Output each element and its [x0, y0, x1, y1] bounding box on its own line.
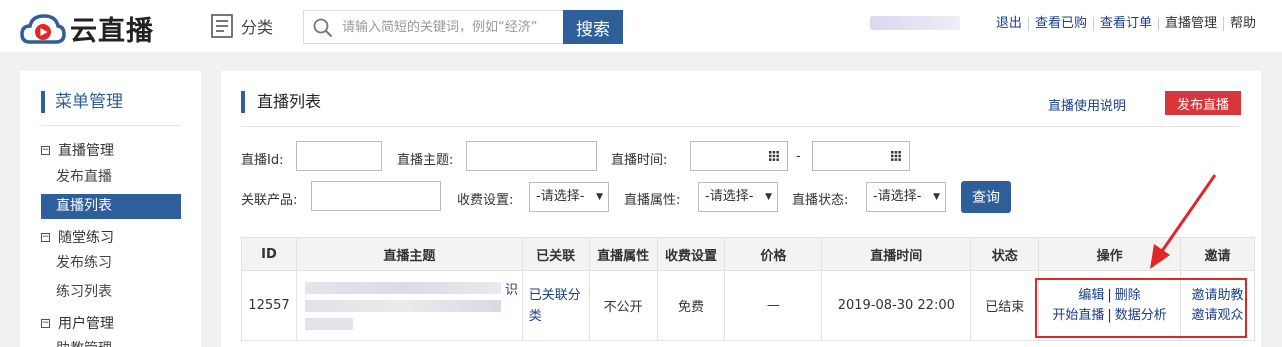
dropdown-arrow-icon: ▼	[765, 192, 772, 202]
start-date-input[interactable]	[690, 141, 788, 171]
sidebar-item-assistant[interactable]: 助教管理	[41, 337, 181, 347]
fee-select[interactable]: -请选择- ▼	[529, 182, 609, 212]
username-blurred	[870, 16, 960, 30]
time-label: 直播时间:	[611, 153, 668, 168]
col-status: 状态	[970, 237, 1040, 271]
sidebar-item-publish-practice[interactable]: 发布练习	[41, 251, 181, 276]
sidebar-group-label: 用户管理	[58, 316, 114, 332]
topic-blurred	[304, 317, 353, 330]
sidebar: 菜单管理 − 直播管理 发布直播 直播列表 − 随堂练习 发布练习 练习列表 −…	[20, 71, 201, 347]
divider	[41, 125, 181, 126]
topic-blurred	[304, 299, 501, 312]
sidebar-group-label: 直播管理	[58, 143, 114, 159]
fee-select-value: -请选择-	[536, 189, 585, 204]
status-select[interactable]: -请选择- ▼	[866, 182, 946, 212]
top-links: 退出 查看已购 查看订单 直播管理 帮助	[990, 17, 1262, 31]
col-linked: 已关联	[521, 237, 590, 271]
end-date-input[interactable]	[812, 141, 910, 171]
highlight-box	[1035, 278, 1247, 338]
row-time: 2019-08-30 22:00	[821, 270, 972, 341]
page-title: 直播列表	[241, 91, 321, 113]
row-price: —	[724, 270, 823, 341]
attr-select[interactable]: -请选择- ▼	[698, 182, 778, 212]
sidebar-group-live[interactable]: − 直播管理	[41, 140, 114, 160]
col-attr: 直播属性	[588, 237, 658, 271]
fee-label: 收费设置:	[457, 193, 514, 208]
top-header: 云直播 分类 搜索 退出 查看已购 查看订单 直播管理 帮助	[0, 0, 1282, 52]
live-id-label: 直播Id:	[241, 153, 284, 168]
live-manage-link[interactable]: 直播管理	[1157, 17, 1223, 31]
calendar-icon[interactable]	[769, 151, 779, 161]
row-attr: 不公开	[588, 270, 658, 341]
col-time: 直播时间	[821, 237, 972, 271]
logo[interactable]: 云直播	[20, 9, 154, 48]
collapse-icon[interactable]: −	[41, 232, 50, 242]
sidebar-group-practice[interactable]: − 随堂练习	[41, 227, 114, 247]
live-id-input[interactable]	[296, 141, 382, 171]
purchased-link[interactable]: 查看已购	[1027, 17, 1093, 31]
annotation-arrow	[1150, 174, 1217, 269]
orders-link[interactable]: 查看订单	[1092, 17, 1158, 31]
col-price: 价格	[724, 237, 823, 271]
logout-link[interactable]: 退出	[990, 17, 1028, 31]
search-box	[303, 10, 565, 44]
topic-label: 直播主题:	[397, 153, 454, 168]
attr-label: 直播属性:	[624, 193, 681, 208]
category-label: 分类	[241, 18, 274, 37]
category-menu[interactable]: 分类	[211, 14, 273, 38]
sidebar-item-publish-live[interactable]: 发布直播	[41, 165, 181, 190]
product-label: 关联产品:	[241, 193, 298, 208]
date-separator: -	[796, 149, 801, 164]
col-fee: 收费设置	[656, 237, 726, 271]
cloud-play-icon	[20, 13, 66, 44]
sidebar-title: 菜单管理	[41, 91, 123, 113]
row-id: 12557	[241, 270, 297, 341]
query-button[interactable]: 查询	[961, 181, 1011, 213]
list-icon	[211, 14, 233, 38]
status-label: 直播状态:	[792, 193, 849, 208]
sidebar-group-label: 随堂练习	[58, 230, 114, 246]
topic-input[interactable]	[466, 141, 597, 171]
product-input[interactable]	[311, 181, 441, 211]
publish-live-button[interactable]: 发布直播	[1165, 91, 1241, 115]
collapse-icon[interactable]: −	[41, 318, 50, 328]
attr-select-value: -请选择-	[705, 189, 754, 204]
topic-blurred	[304, 281, 501, 294]
sidebar-item-practice-list[interactable]: 练习列表	[41, 280, 181, 305]
row-fee: 免费	[656, 270, 726, 341]
calendar-icon[interactable]	[891, 151, 901, 161]
col-id: ID	[241, 237, 297, 271]
col-topic: 直播主题	[295, 237, 523, 271]
sidebar-group-users[interactable]: − 用户管理	[41, 313, 114, 333]
logo-text: 云直播	[70, 16, 154, 47]
divider	[241, 126, 1241, 127]
topic-visible-char: 识	[504, 282, 518, 298]
usage-guide-link[interactable]: 直播使用说明	[1048, 95, 1126, 114]
dropdown-arrow-icon: ▼	[596, 192, 603, 202]
row-topic[interactable]: 识	[295, 270, 523, 341]
row-status: 已结束	[970, 270, 1040, 341]
search-button[interactable]: 搜索	[563, 10, 623, 44]
help-link[interactable]: 帮助	[1222, 17, 1262, 31]
collapse-icon[interactable]: −	[41, 145, 50, 155]
search-input[interactable]	[342, 11, 562, 43]
row-linked[interactable]: 已关联分类	[521, 270, 590, 341]
sidebar-item-live-list[interactable]: 直播列表	[41, 194, 181, 219]
search-icon	[313, 18, 333, 38]
table-header-row: ID 直播主题 已关联 直播属性 收费设置 价格 直播时间 状态 操作 邀请	[241, 237, 1255, 271]
status-select-value: -请选择-	[873, 189, 922, 204]
dropdown-arrow-icon: ▼	[933, 192, 940, 202]
